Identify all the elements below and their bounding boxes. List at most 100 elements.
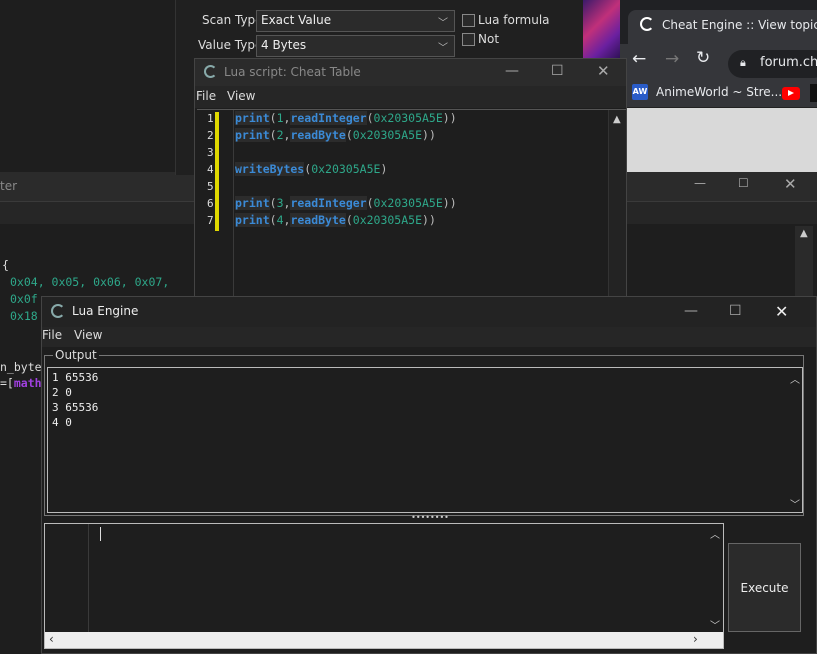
code-token: print [235, 213, 270, 227]
input-gutter [45, 524, 89, 632]
value-type-value: 4 Bytes [261, 38, 307, 52]
code-token: )) [422, 128, 436, 142]
lock-icon: 🔒︎ [740, 56, 746, 69]
script-input[interactable]: ︿ ﹀ ‹ › [44, 523, 724, 649]
code-token: ( [366, 196, 374, 210]
editor-scrollbar[interactable]: ▲ [608, 110, 626, 298]
code-token: 0x20305A5E [352, 213, 423, 227]
splitter-handle[interactable]: •••••••• [42, 514, 817, 522]
value-type-label: Value Type [198, 38, 263, 52]
chrome-tab[interactable]: Cheat Engine :: View topic - S [628, 10, 817, 44]
code-token: ( [269, 196, 277, 210]
scroll-up-icon[interactable]: ▲ [613, 114, 621, 125]
code-area: print(1,readInteger(0x20305A5E)) print(2… [235, 110, 605, 229]
minimize-icon[interactable]: — [505, 63, 519, 79]
code-token: ) [380, 162, 388, 176]
code-token: 0x20305A5E [311, 162, 381, 176]
maximize-icon[interactable]: ☐ [738, 176, 749, 190]
tab-title: Cheat Engine :: View topic - S [662, 18, 817, 32]
background-title-fragment: ter [0, 179, 18, 193]
code-token: ( [345, 213, 353, 227]
scroll-down-icon[interactable]: ﹀ [710, 617, 720, 632]
desktop-wallpaper [583, 0, 620, 60]
menu-view[interactable]: View [227, 89, 255, 103]
code-token: )) [422, 213, 436, 227]
minimize-icon[interactable]: — [694, 176, 706, 190]
lua-engine-title: Lua Engine [72, 304, 139, 318]
reload-icon[interactable]: ↻ [696, 48, 710, 68]
scan-type-label: Scan Type [202, 13, 263, 27]
code-fragment: =[ [0, 376, 14, 390]
output-line: 4 0 [52, 416, 72, 429]
script-editor[interactable]: 1 2 3 4 5 6 7 print(1,readInteger(0x2030… [197, 109, 626, 298]
output-area[interactable]: 1 65536 2 0 3 65536 4 0 ︿ ﹀ [47, 367, 803, 513]
menu-view[interactable]: View [74, 328, 102, 342]
bookmark-animeworld[interactable]: AnimeWorld ~ Stre... [656, 85, 782, 99]
close-icon[interactable]: ✕ [784, 175, 797, 193]
animeworld-icon: AW [632, 84, 648, 100]
output-group: Output 1 65536 2 0 3 65536 4 0 ︿ ﹀ [44, 348, 804, 516]
background-scrollbar[interactable]: ▲ [795, 226, 813, 301]
value-type-select[interactable]: 4 Bytes ﹀ [256, 35, 455, 57]
lua-script-menubar: File View [195, 86, 626, 108]
scroll-up-icon[interactable]: ︿ [710, 526, 720, 541]
code-token: )) [442, 196, 457, 210]
bookmarks-bar: AW AnimeWorld ~ Stre... [620, 78, 817, 108]
scroll-up-icon[interactable]: ︿ [790, 371, 800, 386]
back-icon[interactable]: ← [632, 49, 646, 69]
menu-file[interactable]: File [196, 89, 216, 103]
cheat-engine-logo-icon [204, 65, 217, 78]
forward-icon[interactable]: → [665, 49, 679, 69]
code-line: 0x04, 0x05, 0x06, 0x07, [10, 275, 170, 289]
scroll-right-icon[interactable]: › [693, 632, 698, 646]
output-line: 3 65536 [52, 401, 99, 414]
lua-script-title: Lua script: Cheat Table [224, 65, 361, 79]
execute-button[interactable]: Execute [728, 543, 801, 632]
scroll-up-icon[interactable]: ▲ [800, 228, 808, 239]
code-line: print(3,readInteger(0x20305A5E)) [235, 195, 605, 212]
scroll-down-icon[interactable]: ﹀ [790, 496, 800, 511]
cheat-engine-logo-icon [51, 304, 65, 318]
youtube-icon[interactable] [782, 87, 800, 100]
horizontal-scrollbar[interactable]: ‹ › [45, 632, 723, 648]
code-line: { [2, 258, 9, 272]
menu-file[interactable]: File [42, 328, 62, 342]
chevron-down-icon: ﹀ [438, 18, 448, 29]
close-icon[interactable]: ✕ [775, 302, 788, 321]
lua-engine-menubar: File View [42, 327, 816, 347]
code-token: )) [442, 111, 457, 125]
maximize-icon[interactable]: ☐ [551, 63, 564, 79]
address-bar[interactable]: 🔒︎ forum.ch [728, 50, 817, 78]
chevron-down-icon: ﹀ [438, 43, 448, 54]
not-checkbox[interactable] [462, 33, 475, 46]
code-token: print [235, 128, 270, 142]
address-text: forum.ch [760, 55, 817, 70]
lua-formula-checkbox[interactable] [462, 14, 475, 27]
code-token: readByte [290, 128, 346, 142]
minimize-icon[interactable]: — [684, 303, 698, 319]
lua-engine-window: Lua Engine — ☐ ✕ File View Output 1 6553… [41, 296, 817, 654]
code-token: ( [269, 111, 277, 125]
maximize-icon[interactable]: ☐ [729, 303, 742, 319]
code-token: 4 [276, 213, 284, 227]
code-line: print(4,readByte(0x20305A5E)) [235, 212, 605, 229]
scroll-left-icon[interactable]: ‹ [49, 632, 54, 646]
not-label: Not [478, 32, 500, 46]
code-token: readInteger [290, 111, 367, 125]
code-token: 2 [276, 128, 284, 142]
close-icon[interactable]: ✕ [597, 62, 610, 80]
code-token: 0x20305A5E [373, 111, 443, 125]
output-line: 1 65536 [52, 371, 99, 384]
scan-type-select[interactable]: Exact Value ﹀ [256, 10, 455, 32]
bookmark-icon[interactable] [810, 84, 817, 102]
chrome-toolbar: ← → ↻ 🔒︎ forum.ch [620, 44, 817, 78]
code-line: print(1,readInteger(0x20305A5E)) [235, 110, 605, 127]
cheat-engine-favicon-icon [640, 17, 654, 31]
code-token: print [235, 196, 270, 210]
lua-script-window: Lua script: Cheat Table — ☐ ✕ File View … [194, 58, 627, 298]
code-token: writeBytes [235, 162, 305, 176]
line-number-gutter: 1 2 3 4 5 6 7 [197, 110, 234, 298]
lua-formula-label: Lua formula [478, 13, 550, 27]
